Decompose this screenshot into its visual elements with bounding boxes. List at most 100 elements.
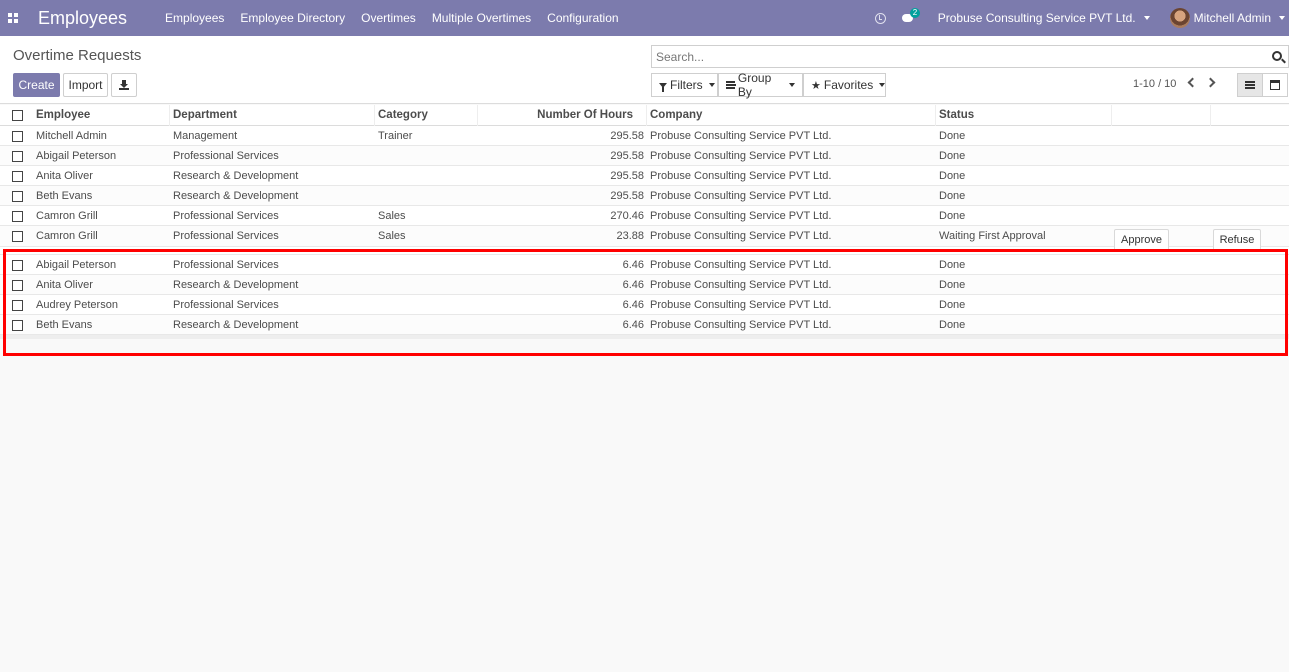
menu-item-employees[interactable]: Employees <box>165 11 224 25</box>
table-row[interactable]: Abigail Peterson Professional Services 6… <box>0 255 1289 275</box>
activity-clock-icon[interactable] <box>874 12 886 24</box>
control-panel: Overtime Requests Create Import Filters … <box>0 36 1289 104</box>
filter-icon <box>659 82 667 92</box>
row-checkbox[interactable] <box>12 280 23 291</box>
list-view-button[interactable] <box>1237 73 1263 97</box>
cell-category: Sales <box>378 230 406 242</box>
cell-category <box>378 295 478 315</box>
cell-department: Professional Services <box>173 210 279 222</box>
group-by-icon <box>726 81 736 89</box>
table-header: Employee Department Category Number Of H… <box>0 105 1289 126</box>
caret-down-icon <box>1279 16 1285 20</box>
pager-value[interactable]: 1-10 / 10 <box>1133 78 1176 90</box>
table-row[interactable]: Anita Oliver Research & Development 6.46… <box>0 275 1289 295</box>
cell-employee: Abigail Peterson <box>36 259 117 271</box>
row-checkbox[interactable] <box>12 171 23 182</box>
cell-hours: 23.88 <box>616 230 644 242</box>
pager-next-icon[interactable] <box>1205 77 1216 88</box>
search-input[interactable] <box>652 46 1252 67</box>
cell-department: Research & Development <box>173 279 299 291</box>
cell-category <box>378 186 478 206</box>
row-checkbox[interactable] <box>12 131 23 142</box>
filters-label: Filters <box>670 78 703 92</box>
cell-category <box>378 275 478 295</box>
table-row[interactable]: Beth Evans Research & Development 6.46 P… <box>0 315 1289 335</box>
row-checkbox[interactable] <box>12 191 23 202</box>
cell-hours: 6.46 <box>622 279 644 291</box>
cell-company: Probuse Consulting Service PVT Ltd. <box>650 130 832 142</box>
table-row[interactable]: Camron Grill Professional Services Sales… <box>0 206 1289 226</box>
user-menu[interactable]: Mitchell Admin <box>1169 8 1285 28</box>
cell-employee: Beth Evans <box>36 319 93 331</box>
chat-icon[interactable]: 2 <box>901 7 921 24</box>
table-row[interactable]: Anita Oliver Research & Development 295.… <box>0 166 1289 186</box>
page-title: Overtime Requests <box>13 47 142 64</box>
cell-status: Waiting First Approval <box>939 230 1046 242</box>
column-header-status[interactable]: Status <box>936 105 1112 126</box>
favorites-dropdown[interactable]: ★ Favorites <box>803 73 886 97</box>
groupby-dropdown[interactable]: Group By <box>718 71 803 99</box>
filters-dropdown[interactable]: Filters <box>651 73 718 97</box>
row-checkbox[interactable] <box>12 211 23 222</box>
refuse-button[interactable]: Refuse <box>1213 229 1261 251</box>
row-checkbox[interactable] <box>12 320 23 331</box>
table-footer <box>0 335 1289 339</box>
cell-hours: 270.46 <box>610 210 644 222</box>
company-switcher[interactable]: Probuse Consulting Service PVT Ltd. <box>938 11 1150 25</box>
cell-status: Done <box>939 259 966 271</box>
calendar-view-button[interactable] <box>1262 73 1288 97</box>
table-row[interactable]: Audrey Peterson Professional Services 6.… <box>0 295 1289 315</box>
search-icon[interactable] <box>1272 51 1282 61</box>
cell-department: Professional Services <box>173 259 279 271</box>
caret-down-icon <box>879 83 886 87</box>
create-button[interactable]: Create <box>13 73 60 97</box>
column-header-employee[interactable]: Employee <box>33 105 170 126</box>
menu-item-employee-directory[interactable]: Employee Directory <box>240 11 345 25</box>
cell-company: Probuse Consulting Service PVT Ltd. <box>650 299 832 311</box>
menu-item-multiple-overtimes[interactable]: Multiple Overtimes <box>432 11 531 25</box>
favorites-label: Favorites <box>823 78 874 92</box>
cell-status: Done <box>939 170 966 182</box>
column-header-refuse <box>1211 105 1289 126</box>
row-checkbox[interactable] <box>12 231 23 242</box>
column-header-department[interactable]: Department <box>170 105 375 126</box>
export-download-button[interactable] <box>111 73 137 97</box>
table-row[interactable]: Abigail Peterson Professional Services 2… <box>0 146 1289 166</box>
column-header-category[interactable]: Category <box>375 105 478 126</box>
cell-hours: 295.58 <box>610 170 644 182</box>
apps-menu-icon[interactable] <box>0 0 26 36</box>
company-name: Probuse Consulting Service PVT Ltd. <box>937 11 1136 25</box>
column-header-company[interactable]: Company <box>647 105 936 126</box>
menu-item-configuration[interactable]: Configuration <box>547 11 618 25</box>
table-row[interactable]: Camron Grill Professional Services Sales… <box>0 226 1289 251</box>
cell-hours: 6.46 <box>622 259 644 271</box>
cell-status: Done <box>939 190 966 202</box>
app-title[interactable]: Employees <box>38 8 127 29</box>
row-checkbox[interactable] <box>12 151 23 162</box>
cell-company: Probuse Consulting Service PVT Ltd. <box>650 230 832 242</box>
cell-employee: Camron Grill <box>36 210 98 222</box>
cell-department: Professional Services <box>173 150 279 162</box>
column-header-hours[interactable]: Number Of Hours <box>478 105 647 126</box>
menu-item-overtimes[interactable]: Overtimes <box>361 11 416 25</box>
caret-down-icon <box>708 83 715 87</box>
list-view-icon <box>1245 81 1255 89</box>
pager-previous-icon[interactable] <box>1187 77 1198 88</box>
row-checkbox[interactable] <box>12 260 23 271</box>
import-button[interactable]: Import <box>63 73 108 97</box>
cell-hours: 295.58 <box>610 130 644 142</box>
cell-company: Probuse Consulting Service PVT Ltd. <box>650 210 832 222</box>
cell-company: Probuse Consulting Service PVT Ltd. <box>650 150 832 162</box>
select-all-checkbox[interactable] <box>12 110 23 121</box>
row-checkbox[interactable] <box>12 300 23 311</box>
search-box <box>651 45 1289 68</box>
cell-category <box>378 255 478 275</box>
cell-hours: 6.46 <box>622 319 644 331</box>
table-row[interactable]: Beth Evans Research & Development 295.58… <box>0 186 1289 206</box>
cell-department: Research & Development <box>173 170 299 182</box>
cell-company: Probuse Consulting Service PVT Ltd. <box>650 259 832 271</box>
cell-status: Done <box>939 299 966 311</box>
cell-department: Research & Development <box>173 190 299 202</box>
approve-button[interactable]: Approve <box>1114 229 1169 251</box>
table-row[interactable]: Mitchell Admin Management Trainer 295.58… <box>0 126 1289 146</box>
